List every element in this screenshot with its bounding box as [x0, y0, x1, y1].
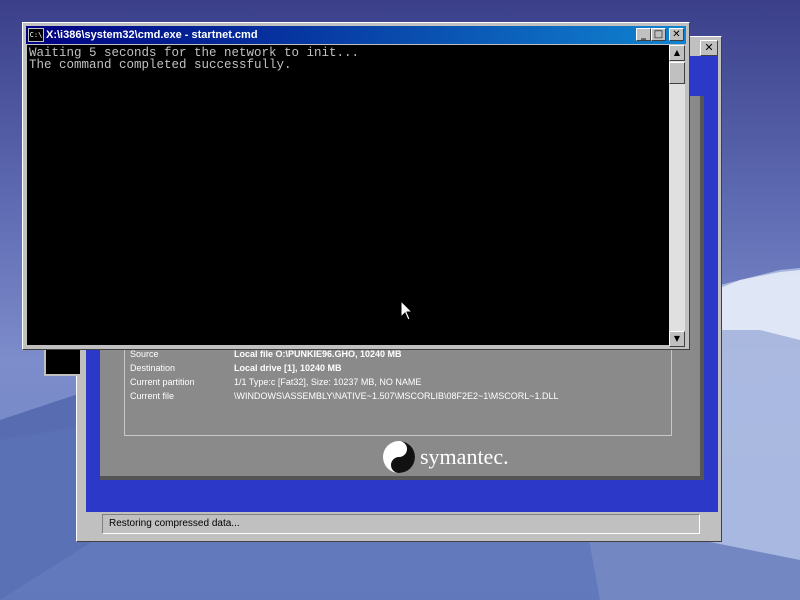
console-icon[interactable]: C:\	[28, 28, 44, 42]
symantec-logo-icon	[383, 441, 415, 473]
detail-label: Current partition	[130, 377, 195, 387]
status-bar: Restoring compressed data...	[102, 514, 700, 534]
detail-value: 1/1 Type:c [Fat32], Size: 10237 MB, NO N…	[234, 377, 422, 387]
mouse-cursor-icon	[400, 300, 414, 321]
ghost-close-button[interactable]: ✕	[700, 40, 718, 56]
vertical-scrollbar[interactable]: ▲ ▼	[669, 45, 685, 347]
detail-label: Destination	[130, 363, 176, 373]
scroll-thumb[interactable]	[669, 62, 685, 84]
maximize-button[interactable]: □	[651, 28, 666, 41]
minimize-button[interactable]: _	[636, 28, 651, 41]
scroll-down-button[interactable]: ▼	[669, 331, 685, 347]
console-output[interactable]: Waiting 5 seconds for the network to ini…	[27, 45, 669, 345]
detail-value: Local file O:\PUNKIE96.GHO, 10240 MB	[234, 349, 402, 359]
detail-label: Source	[130, 349, 159, 359]
cmd-window: C:\ X:\i386\system32\cmd.exe - startnet.…	[22, 22, 690, 350]
symantec-logo: symantec.	[382, 440, 509, 474]
detail-label: Current file	[130, 391, 175, 401]
symantec-logo-text: symantec.	[420, 444, 509, 469]
window-title: X:\i386\system32\cmd.exe - startnet.cmd	[46, 29, 258, 41]
detail-value: \WINDOWS\ASSEMBLY\NATIVE~1.507\MSCORLIB\…	[234, 391, 559, 401]
detail-value: Local drive [1], 10240 MB	[234, 363, 342, 373]
close-button[interactable]: ✕	[669, 28, 684, 41]
scroll-up-button[interactable]: ▲	[669, 45, 685, 61]
console-line: The command completed successfully.	[29, 58, 292, 72]
cmd-titlebar[interactable]: C:\ X:\i386\system32\cmd.exe - startnet.…	[26, 26, 686, 44]
